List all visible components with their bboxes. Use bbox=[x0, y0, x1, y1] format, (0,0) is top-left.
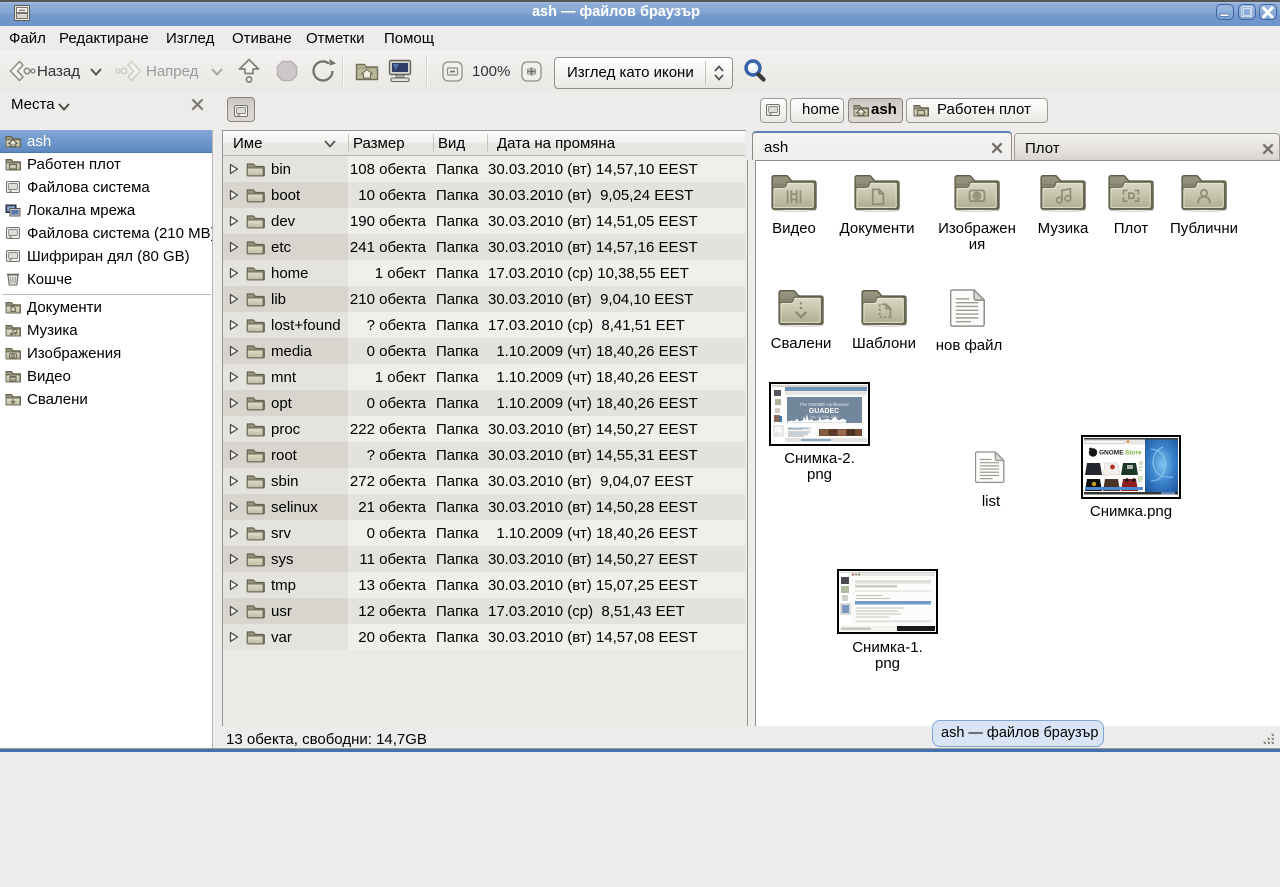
svg-text:GNOME: GNOME bbox=[1099, 450, 1124, 457]
svg-text:The GNOME conference: The GNOME conference bbox=[799, 402, 849, 407]
svg-text:Store: Store bbox=[1125, 450, 1142, 457]
svg-text:GUADEC: GUADEC bbox=[809, 408, 839, 415]
svg-text:About GUADEC: About GUADEC bbox=[788, 427, 812, 431]
